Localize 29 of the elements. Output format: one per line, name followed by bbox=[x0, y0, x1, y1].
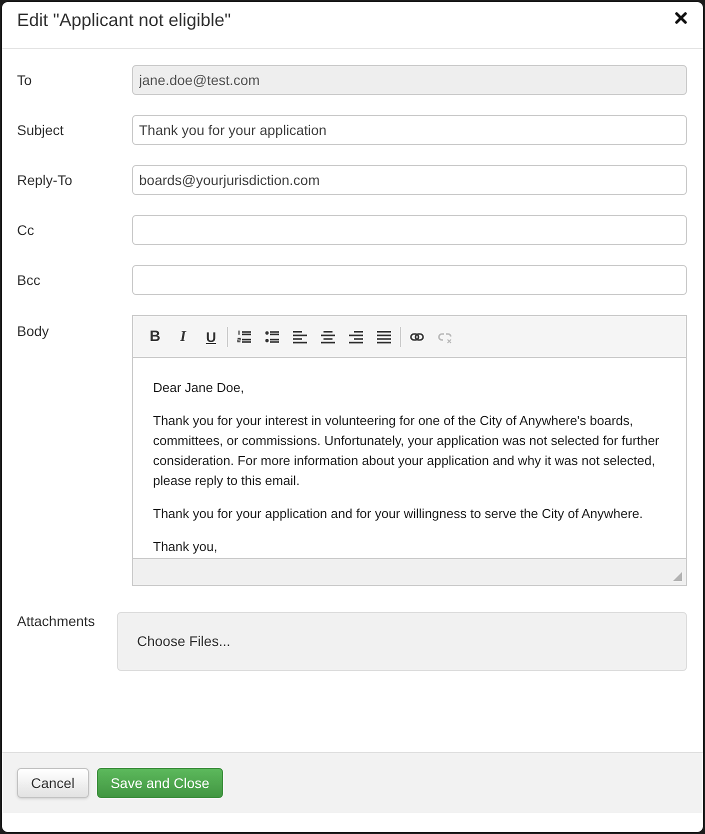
italic-button[interactable]: I bbox=[169, 324, 197, 350]
numbered-list-icon bbox=[237, 330, 251, 344]
field-label: Reply-To bbox=[17, 171, 74, 190]
resize-grip-icon[interactable] bbox=[673, 572, 682, 581]
align-right-icon bbox=[349, 330, 363, 344]
cancel-button[interactable]: Cancel bbox=[17, 768, 89, 798]
input-field[interactable]: boards@yourjurisdiction.com bbox=[132, 165, 687, 195]
file-dropzone[interactable]: Choose Files... bbox=[117, 612, 687, 671]
bullet-list-icon bbox=[265, 330, 279, 344]
align-center-icon bbox=[321, 330, 335, 344]
email-paragraph: Thank you for your application and for your willingness to serve the City of Anywhere. bbox=[153, 505, 644, 523]
align-left-icon bbox=[293, 330, 307, 344]
input-field[interactable]: Thank you for your application bbox=[132, 115, 687, 145]
field-label: Cc bbox=[17, 221, 36, 240]
underline-button[interactable]: U bbox=[197, 324, 225, 350]
field-label: Attachments bbox=[17, 612, 96, 631]
bold-button[interactable]: B bbox=[141, 324, 169, 350]
field-label: Subject bbox=[17, 121, 65, 140]
email-paragraph: Thank you for your interest in volunteering for one of the City of Anywhere's boards, committees, or commissions. Unfortunately, your application was not selected for further consideration. For more information about your application and why it was not selected, please reply to this email. bbox=[153, 412, 660, 490]
input-field[interactable] bbox=[132, 215, 687, 245]
input-field[interactable] bbox=[132, 265, 687, 295]
justify-icon bbox=[377, 330, 391, 344]
dialog-title: Edit "Applicant not eligible" bbox=[17, 9, 231, 32]
field-label: Body bbox=[17, 322, 50, 341]
email-paragraph: Thank you, bbox=[153, 538, 218, 556]
close-icon bbox=[675, 12, 687, 24]
field-label: To bbox=[17, 71, 33, 90]
email-paragraph: Dear Jane Doe, bbox=[153, 379, 246, 397]
field-label: Bcc bbox=[17, 271, 42, 290]
